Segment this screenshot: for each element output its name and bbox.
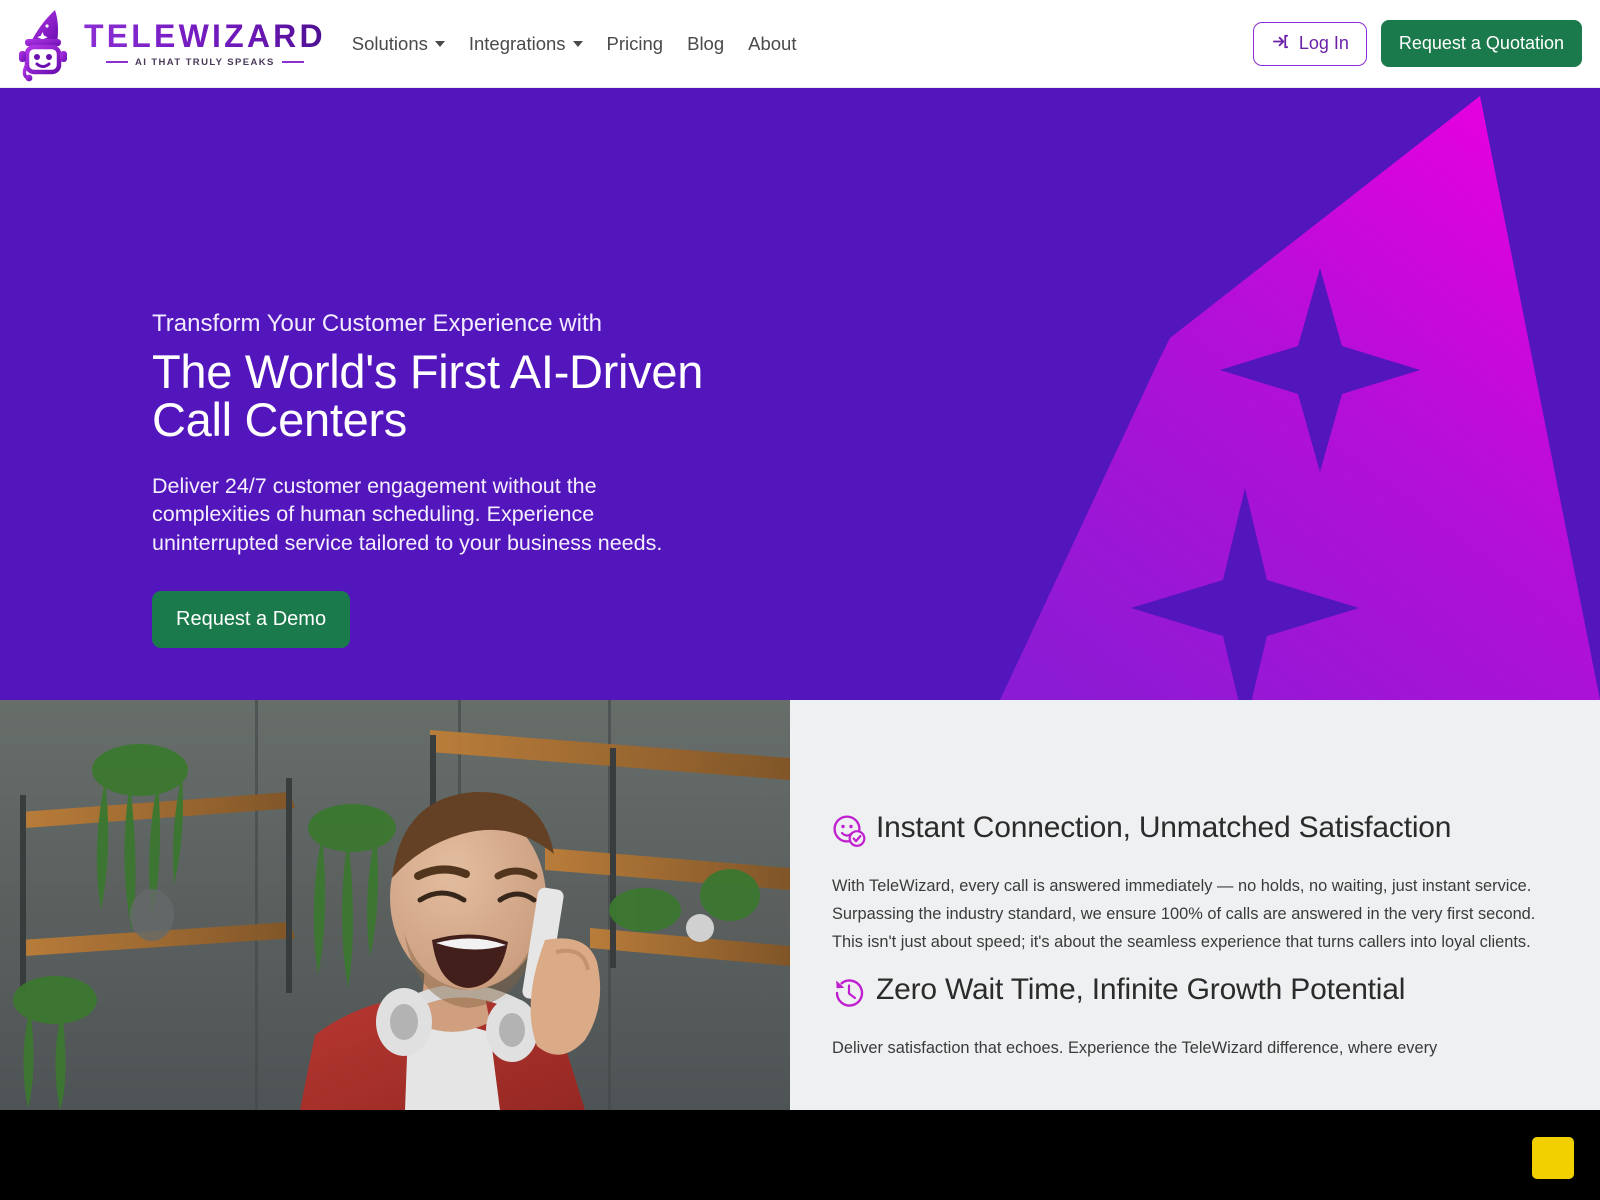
hero-title: The World's First AI-Driven Call Centers (152, 348, 712, 444)
nav-label-integrations: Integrations (468, 32, 566, 54)
request-quotation-button[interactable]: Request a Quotation (1380, 20, 1582, 67)
nav-label-about: About (748, 32, 797, 54)
features-section: Instant Connection, Unmatched Satisfacti… (0, 700, 1600, 1110)
wizard-robot-icon (14, 6, 76, 82)
hero-decorative-art (960, 88, 1600, 700)
tagline-dash-left (106, 61, 128, 63)
request-demo-button[interactable]: Request a Demo (152, 591, 351, 648)
nav-item-about[interactable]: About (748, 33, 796, 55)
nav-label-blog: Blog (687, 32, 725, 54)
features-list: Instant Connection, Unmatched Satisfacti… (790, 700, 1600, 1110)
feature-item: Instant Connection, Unmatched Satisfacti… (832, 810, 1540, 956)
brand-tagline: AI THAT TRULY SPEAKS (135, 56, 275, 68)
brand-name: TELEWIZARD (84, 17, 326, 54)
page-root: TELEWIZARD AI THAT TRULY SPEAKS Solution… (0, 0, 1600, 1200)
nav-item-pricing[interactable]: Pricing (607, 33, 664, 55)
clock-rewind-icon (832, 976, 866, 1020)
hero-title-line-2: Call Centers (152, 392, 407, 446)
hero-eyebrow: Transform Your Customer Experience with (152, 310, 602, 337)
feature-heading-row: Instant Connection, Unmatched Satisfacti… (832, 810, 1540, 858)
site-header: TELEWIZARD AI THAT TRULY SPEAKS Solution… (0, 0, 1600, 88)
chevron-down-icon (572, 40, 583, 47)
hero-copy: Transform Your Customer Experience with … (152, 310, 712, 648)
smiley-check-icon (832, 814, 866, 858)
login-button[interactable]: Log In (1252, 21, 1367, 66)
hero-section: Transform Your Customer Experience with … (0, 88, 1600, 700)
yellow-indicator-chip[interactable] (1532, 1137, 1574, 1179)
nav-label-pricing: Pricing (606, 32, 664, 54)
login-arrow-icon (1271, 32, 1290, 56)
header-actions: Log In Request a Quotation (1252, 20, 1582, 67)
nav-item-solutions[interactable]: Solutions (352, 33, 445, 55)
feature-heading: Instant Connection, Unmatched Satisfacti… (876, 811, 1452, 844)
feature-item: Zero Wait Time, Infinite Growth Potentia… (832, 972, 1540, 1062)
feature-body: Deliver satisfaction that echoes. Experi… (832, 1038, 1438, 1057)
nav-label-solutions: Solutions (351, 32, 428, 54)
office-call-photo (0, 700, 790, 1110)
bottom-black-bar (0, 1110, 1600, 1200)
main-nav: Solutions Integrations Pricing Blog Abou… (352, 33, 797, 55)
nav-item-integrations[interactable]: Integrations (469, 33, 583, 55)
brand-logo[interactable]: TELEWIZARD AI THAT TRULY SPEAKS (14, 6, 326, 82)
nav-item-blog[interactable]: Blog (687, 33, 724, 55)
feature-body: With TeleWizard, every call is answered … (832, 876, 1536, 952)
hero-subtitle: Deliver 24/7 customer engagement without… (152, 473, 663, 555)
feature-heading: Zero Wait Time, Infinite Growth Potentia… (876, 973, 1406, 1007)
tagline-dash-right (281, 61, 304, 63)
login-button-label: Log In (1298, 33, 1349, 53)
hero-title-line-1: The World's First AI-Driven (152, 345, 704, 398)
chevron-down-icon (434, 40, 445, 47)
brand-tagline-row: AI THAT TRULY SPEAKS (106, 57, 304, 68)
brand-wordmark: TELEWIZARD AI THAT TRULY SPEAKS (84, 20, 326, 68)
feature-heading-row: Zero Wait Time, Infinite Growth Potentia… (832, 972, 1540, 1020)
